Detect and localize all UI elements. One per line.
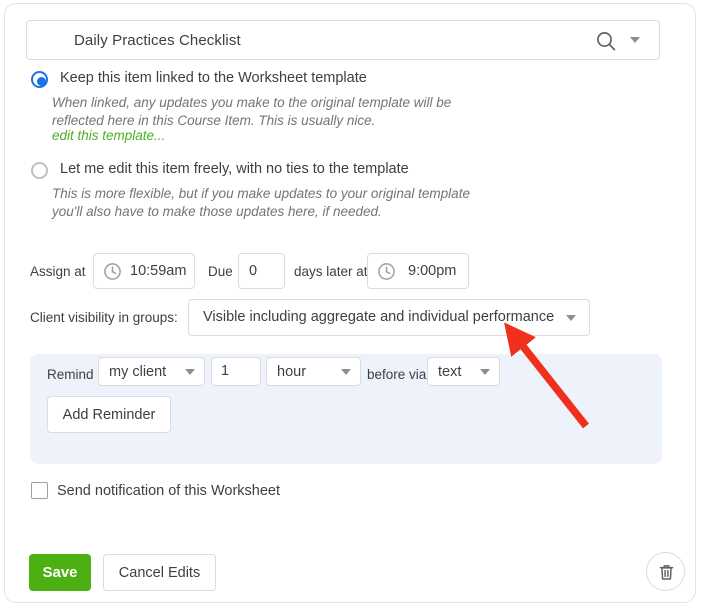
- assign-at-label: Assign at: [30, 264, 86, 279]
- search-icon[interactable]: [595, 30, 617, 52]
- remind-channel-select[interactable]: text: [427, 357, 500, 386]
- chevron-down-icon: [341, 369, 351, 375]
- add-reminder-button[interactable]: Add Reminder: [47, 396, 171, 433]
- client-visibility-value: Visible including aggregate and individu…: [203, 309, 555, 325]
- radio-linked-dot: [37, 77, 46, 86]
- remind-label: Remind: [47, 367, 94, 382]
- due-days-input[interactable]: 0: [238, 253, 285, 289]
- radio-linked-control[interactable]: [31, 71, 48, 88]
- remind-amount-value: 1: [221, 363, 230, 379]
- free-help-text: This is more flexible, but if you make u…: [52, 186, 470, 219]
- send-notification-label: Send notification of this Worksheet: [57, 483, 280, 499]
- due-label: Due: [208, 264, 233, 279]
- reminder-panel: Remind my client 1 hour before via text …: [30, 354, 662, 464]
- chevron-down-icon: [185, 369, 195, 375]
- save-button[interactable]: Save: [29, 554, 91, 591]
- cancel-edits-button[interactable]: Cancel Edits: [103, 554, 216, 591]
- before-via-label: before via: [367, 367, 427, 382]
- chevron-down-icon: [480, 369, 490, 375]
- assign-time-value: 10:59am: [130, 263, 187, 279]
- clock-icon: [103, 262, 122, 281]
- linked-help-text: When linked, any updates you make to the…: [52, 95, 452, 128]
- send-notification-checkbox[interactable]: [31, 482, 48, 499]
- title-input-value: Daily Practices Checklist: [74, 32, 241, 49]
- edit-template-link[interactable]: edit this template...: [52, 128, 165, 143]
- edit-course-item-card: Daily Practices Checklist Keep this item…: [4, 3, 696, 603]
- due-days-value: 0: [249, 263, 258, 279]
- due-time-value: 9:00pm: [408, 263, 457, 279]
- remind-unit-select[interactable]: hour: [266, 357, 361, 386]
- chevron-down-icon: [566, 315, 576, 321]
- client-visibility-select[interactable]: Visible including aggregate and individu…: [188, 299, 590, 336]
- due-time-field[interactable]: 9:00pm: [367, 253, 469, 289]
- delete-button[interactable]: [646, 552, 685, 591]
- chevron-down-icon[interactable]: [630, 37, 640, 43]
- radio-free-control[interactable]: [31, 162, 48, 179]
- title-input[interactable]: Daily Practices Checklist: [26, 20, 660, 60]
- days-later-label: days later at: [294, 264, 368, 279]
- radio-linked-label: Keep this item linked to the Worksheet t…: [60, 70, 367, 86]
- clock-icon: [377, 262, 396, 281]
- trash-icon: [657, 563, 676, 587]
- remind-amount-input[interactable]: 1: [211, 357, 261, 386]
- remind-who-value: my client: [109, 364, 167, 380]
- remind-who-select[interactable]: my client: [98, 357, 205, 386]
- remind-channel-value: text: [438, 364, 462, 380]
- client-visibility-label: Client visibility in groups:: [30, 310, 178, 325]
- remind-unit-value: hour: [277, 364, 307, 380]
- radio-free-label: Let me edit this item freely, with no ti…: [60, 161, 409, 177]
- assign-time-field[interactable]: 10:59am: [93, 253, 195, 289]
